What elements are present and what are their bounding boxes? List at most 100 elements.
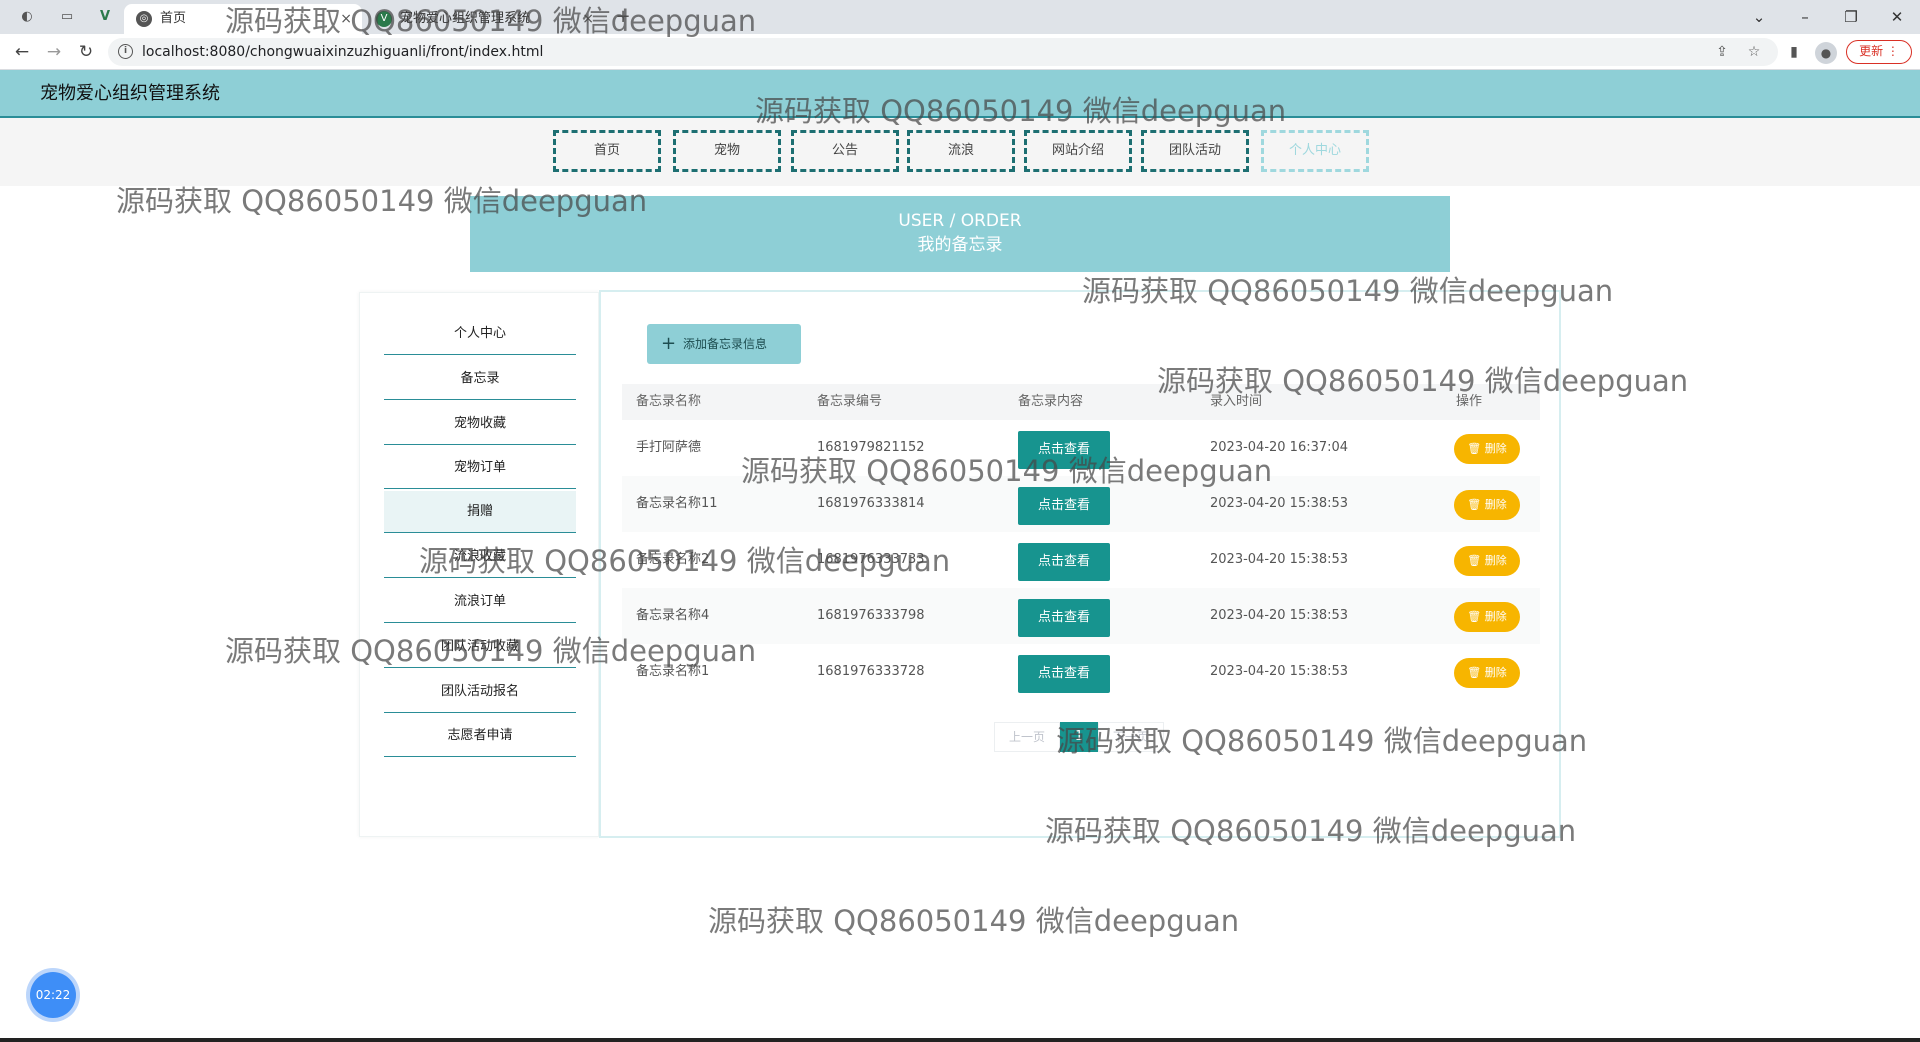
view-content-button[interactable]: 点击查看 xyxy=(1018,487,1110,525)
profile-avatar[interactable]: ● xyxy=(1815,42,1837,64)
memo-name: 备忘录名称1 xyxy=(636,664,710,679)
update-button[interactable]: 更新 ⋮ xyxy=(1846,40,1912,64)
memo-code: 1681976333814 xyxy=(817,496,925,511)
sidepanel-icon[interactable]: ▮ xyxy=(1784,42,1804,62)
view-content-button[interactable]: 点击查看 xyxy=(1018,543,1110,581)
address-bar-row: ← → ↻ i localhost:8080/chongwuaixinzuzhi… xyxy=(0,34,1920,70)
nav-home[interactable]: 首页 xyxy=(553,130,661,172)
minimize-button[interactable]: – xyxy=(1782,4,1828,30)
nav-about[interactable]: 网站介绍 xyxy=(1024,130,1132,172)
restore-button[interactable]: ❐ xyxy=(1828,4,1874,30)
trash-icon: 🗑 xyxy=(1467,554,1482,567)
sidebar-item-donation[interactable]: 捐赠 xyxy=(384,491,576,533)
bottom-edge xyxy=(0,1038,1920,1042)
watermark: 源码获取 QQ86050149 微信deepguan xyxy=(708,904,1240,938)
vue-logo-icon: V xyxy=(376,11,392,27)
memo-name: 手打阿萨德 xyxy=(636,440,702,455)
nav-pets[interactable]: 宠物 xyxy=(673,130,781,172)
trash-icon: 🗑 xyxy=(1467,666,1482,679)
tab-search-icon[interactable]: ⌄ xyxy=(1736,4,1782,30)
memo-code: 1681976333798 xyxy=(817,608,925,623)
view-content-button[interactable]: 点击查看 xyxy=(1018,599,1110,637)
vue-logo-icon: V xyxy=(99,9,111,24)
col-header-content[interactable]: 备忘录内容 xyxy=(1018,384,1083,420)
main-nav: 首页 宠物 公告 流浪 网站介绍 团队活动 个人中心 xyxy=(0,118,1920,186)
table-row: 备忘录名称1 1681976333728 点击查看 2023-04-20 15:… xyxy=(622,644,1540,700)
nav-notice[interactable]: 公告 xyxy=(791,130,899,172)
forward-icon[interactable]: → xyxy=(42,40,66,64)
reload-icon[interactable]: ↻ xyxy=(74,40,98,64)
sidebar-item-pet-favorites[interactable]: 宠物收藏 xyxy=(384,403,576,445)
nav-personal-center[interactable]: 个人中心 xyxy=(1261,130,1369,172)
banner-subtitle: USER / ORDER xyxy=(898,211,1022,231)
view-content-button[interactable]: 点击查看 xyxy=(1018,655,1110,693)
memo-name: 备忘录名称4 xyxy=(636,608,710,623)
nav-stray[interactable]: 流浪 xyxy=(907,130,1015,172)
sidebar-item-personal-center[interactable]: 个人中心 xyxy=(384,313,576,355)
tab-group-icon[interactable]: ▭ xyxy=(58,8,76,26)
table-row: 手打阿萨德 1681979821152 点击查看 2023-04-20 16:3… xyxy=(622,420,1540,476)
sidebar-item-stray-favorites[interactable]: 流浪收藏 xyxy=(384,536,576,578)
delete-button[interactable]: 🗑 删除 xyxy=(1454,434,1520,464)
sidebar-item-activity-signup[interactable]: 团队活动报名 xyxy=(384,671,576,713)
globe-icon: ◎ xyxy=(136,11,152,27)
sidebar-item-volunteer-apply[interactable]: 志愿者申请 xyxy=(384,715,576,757)
delete-button[interactable]: 🗑 删除 xyxy=(1454,602,1520,632)
sidebar-item-memo[interactable]: 备忘录 xyxy=(384,358,576,400)
url-field[interactable]: i localhost:8080/chongwuaixinzuzhiguanli… xyxy=(108,38,1778,66)
col-header-name[interactable]: 备忘录名称 xyxy=(636,384,701,420)
memo-time: 2023-04-20 15:38:53 xyxy=(1210,608,1349,623)
memo-time: 2023-04-20 15:38:53 xyxy=(1210,552,1349,567)
memo-panel: + 添加备忘录信息 备忘录名称 备忘录编号 备忘录内容 录入时间 操作 手打阿萨… xyxy=(599,290,1561,838)
site-header: 宠物爱心组织管理系统 xyxy=(0,70,1920,118)
site-title: 宠物爱心组织管理系统 xyxy=(40,83,220,104)
new-tab-button[interactable]: + xyxy=(614,8,632,26)
sidebar-item-activity-favorites[interactable]: 团队活动收藏 xyxy=(384,626,576,668)
col-header-code[interactable]: 备忘录编号 xyxy=(817,384,882,420)
memo-time: 2023-04-20 16:37:04 xyxy=(1210,440,1349,455)
memo-time: 2023-04-20 15:38:53 xyxy=(1210,664,1349,679)
window-close-button[interactable]: ✕ xyxy=(1874,4,1920,30)
plus-icon: + xyxy=(661,333,677,354)
trash-icon: 🗑 xyxy=(1467,442,1482,455)
add-memo-button[interactable]: + 添加备忘录信息 xyxy=(647,324,801,364)
view-content-button[interactable]: 点击查看 xyxy=(1018,431,1110,469)
close-icon[interactable]: × xyxy=(582,4,594,34)
share-icon[interactable]: ⇪ xyxy=(1712,42,1732,62)
info-icon[interactable]: i xyxy=(118,44,133,59)
trash-icon: 🗑 xyxy=(1467,610,1482,623)
browser-tabstrip: ◐ ▭ V ◎ 首页 × V 宠物爱心组织管理系统 × + ⌄ – ❐ ✕ xyxy=(0,0,1920,34)
memo-code: 1681976333733 xyxy=(817,552,925,567)
user-sidebar: 个人中心 备忘录 宠物收藏 宠物订单 捐赠 流浪收藏 流浪订单 团队活动收藏 团… xyxy=(359,292,599,837)
page-title: 我的备忘录 xyxy=(917,235,1003,255)
recording-timer[interactable]: 02:22 xyxy=(30,972,76,1018)
col-header-time[interactable]: 录入时间 xyxy=(1210,384,1262,420)
close-icon[interactable]: × xyxy=(340,4,352,34)
table-row: 备忘录名称4 1681976333798 点击查看 2023-04-20 15:… xyxy=(622,588,1540,644)
delete-button[interactable]: 🗑 删除 xyxy=(1454,658,1520,688)
page-banner: USER / ORDER 我的备忘录 xyxy=(470,196,1450,272)
table-row: 备忘录名称2 1681976333733 点击查看 2023-04-20 15:… xyxy=(622,532,1540,588)
tab-home[interactable]: ◎ 首页 × xyxy=(124,4,362,34)
next-page-button[interactable]: 下一页 xyxy=(1098,722,1164,752)
star-icon[interactable]: ☆ xyxy=(1744,42,1764,62)
delete-button[interactable]: 🗑 删除 xyxy=(1454,490,1520,520)
prev-page-button[interactable]: 上一页 xyxy=(994,722,1060,752)
tab-system[interactable]: V 宠物爱心组织管理系统 × xyxy=(364,4,604,34)
back-icon[interactable]: ← xyxy=(10,40,34,64)
table-row: 备忘录名称11 1681976333814 点击查看 2023-04-20 15… xyxy=(622,476,1540,532)
memo-name: 备忘录名称11 xyxy=(636,496,718,511)
page-1-button[interactable]: 1 xyxy=(1060,722,1098,752)
table-header: 备忘录名称 备忘录编号 备忘录内容 录入时间 操作 xyxy=(622,384,1540,420)
trash-icon: 🗑 xyxy=(1467,498,1482,511)
memo-code: 1681979821152 xyxy=(817,440,925,455)
url-text[interactable]: localhost:8080/chongwuaixinzuzhiguanli/f… xyxy=(142,38,543,66)
memo-name: 备忘录名称2 xyxy=(636,552,710,567)
memo-time: 2023-04-20 15:38:53 xyxy=(1210,496,1349,511)
delete-button[interactable]: 🗑 删除 xyxy=(1454,546,1520,576)
sidebar-item-stray-orders[interactable]: 流浪订单 xyxy=(384,581,576,623)
col-header-actions: 操作 xyxy=(1456,394,1483,409)
sidebar-item-pet-orders[interactable]: 宠物订单 xyxy=(384,447,576,489)
browser-menu-icon[interactable]: ◐ xyxy=(18,8,36,26)
nav-team-activity[interactable]: 团队活动 xyxy=(1141,130,1249,172)
